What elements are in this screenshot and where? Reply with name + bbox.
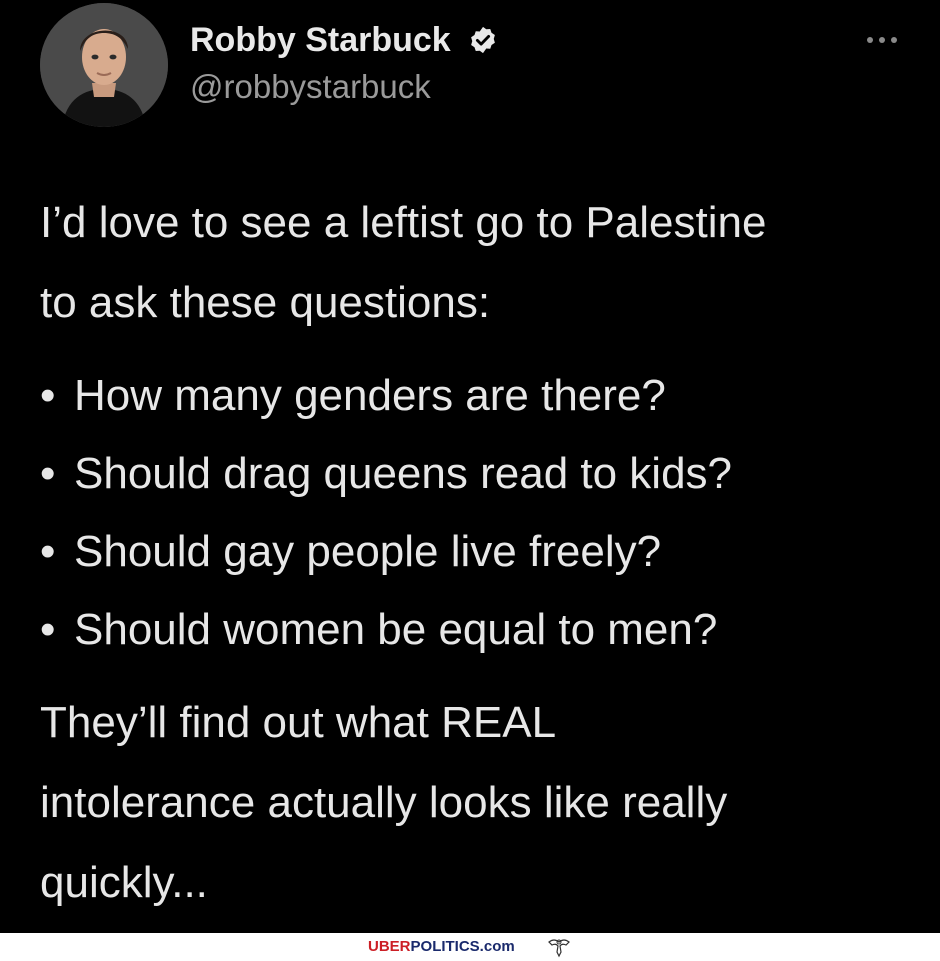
- author-name-text: Robby Starbuck: [190, 21, 451, 59]
- avatar-photo-icon: [40, 3, 168, 127]
- question-text: How many genders are there?: [74, 371, 666, 420]
- eagle-icon: [548, 939, 570, 958]
- watermark-bar: UBERPOLITICS.com: [0, 933, 940, 961]
- more-options-icon[interactable]: [864, 30, 900, 50]
- tweet-body: I’d love to see a leftist go to Palestin…: [40, 183, 920, 923]
- author-name[interactable]: Robby Starbuck: [190, 20, 498, 60]
- question-text: Should drag queens read to kids?: [74, 449, 733, 498]
- bullet: •: [40, 371, 56, 420]
- question-list: • How many genders are there? • Should dra…: [40, 357, 920, 669]
- tweet-card: Robby Starbuck @robbystarbuck I’d love t…: [0, 0, 940, 933]
- author-handle[interactable]: @robbystarbuck: [190, 67, 431, 107]
- watermark-uber: UBER: [368, 938, 411, 955]
- intro-line-1: I’d love to see a leftist go to Palestin…: [40, 198, 767, 247]
- intro-line-2: to ask these questions:: [40, 278, 491, 327]
- verified-badge-icon: [471, 26, 496, 54]
- list-item: • How many genders are there?: [40, 357, 920, 435]
- list-item: • Should gay people live freely?: [40, 513, 920, 591]
- list-item: • Should women be equal to men?: [40, 591, 920, 669]
- list-item: • Should drag queens read to kids?: [40, 435, 920, 513]
- bullet: •: [40, 449, 56, 498]
- question-text: Should women be equal to men?: [74, 605, 718, 654]
- bullet: •: [40, 605, 56, 654]
- closing-line-2: intolerance actually looks like really: [40, 778, 728, 827]
- question-text: Should gay people live freely?: [74, 527, 662, 576]
- bullet: •: [40, 527, 56, 576]
- closing-line-3: quickly...: [40, 858, 208, 907]
- author-avatar[interactable]: [40, 3, 168, 127]
- closing-line-1: They’ll find out what REAL: [40, 698, 557, 747]
- watermark-politics: POLITICS.com: [410, 938, 515, 955]
- watermark-text[interactable]: UBERPOLITICS.com: [368, 938, 515, 956]
